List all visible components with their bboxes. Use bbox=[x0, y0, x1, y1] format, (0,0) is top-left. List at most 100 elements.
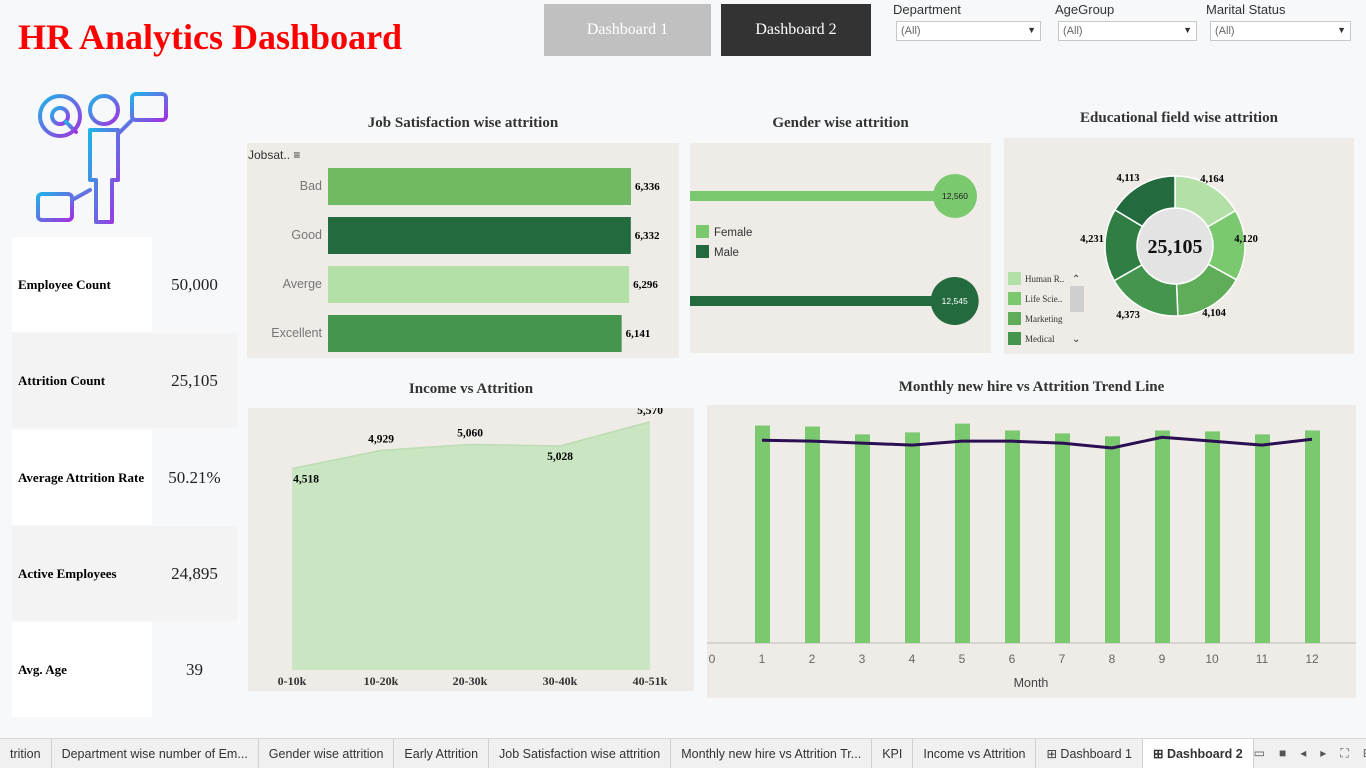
jobsat-category-label: Good bbox=[291, 228, 322, 242]
marital-filter[interactable]: (All) ▼ bbox=[1210, 21, 1351, 41]
monthly-x-tick: 2 bbox=[809, 652, 816, 666]
agegroup-filter-label: AgeGroup bbox=[1055, 2, 1115, 17]
gender-chart-title: Gender wise attrition bbox=[772, 115, 909, 131]
education-chart-panel: 4,164 4,120 4,104 4,373 4,231 4,113 25,105 Huma… bbox=[1004, 138, 1354, 354]
fullscreen-icon[interactable]: ⛶ bbox=[1340, 746, 1348, 761]
department-filter-value: (All) bbox=[901, 25, 921, 37]
tab-dashboard-2[interactable]: ⊞ Dashboard 2 bbox=[1143, 739, 1254, 768]
gender-legend-swatch bbox=[696, 245, 709, 258]
education-slice-label: 4,164 bbox=[1200, 174, 1224, 185]
jobsat-data-label: 6,141 bbox=[626, 328, 651, 340]
gender-chart-panel: 12,560 12,545 Female Male bbox=[690, 143, 991, 353]
education-legend-label: Medical bbox=[1025, 334, 1055, 344]
jobsat-category-label: Bad bbox=[300, 179, 322, 193]
monthly-bar bbox=[1305, 430, 1320, 643]
education-chart-title: Educational field wise attrition bbox=[1080, 110, 1278, 126]
tab-monthly-hire[interactable]: Monthly new hire vs Attrition Tr... bbox=[671, 739, 873, 768]
gender-legend-swatch bbox=[696, 225, 709, 238]
attrition-rate-label: Average Attrition Rate bbox=[12, 430, 152, 525]
monthly-bar bbox=[1205, 431, 1220, 643]
monthly-bar bbox=[955, 423, 970, 643]
dashboard-grid-icon: ⊞ bbox=[1153, 747, 1167, 761]
jobsat-category-label: Excellent bbox=[271, 326, 322, 340]
jobsat-chart-title: Job Satisfaction wise attrition bbox=[367, 115, 559, 131]
education-legend-swatch bbox=[1008, 332, 1021, 345]
tab-dashboard-2-label: Dashboard 2 bbox=[1166, 746, 1243, 761]
gender-data-label: 12,560 bbox=[942, 191, 968, 201]
monthly-bar bbox=[855, 434, 870, 643]
tile-view-icon[interactable]: ■ bbox=[1279, 746, 1286, 761]
department-filter-label: Department bbox=[893, 2, 961, 17]
dashboard-1-button[interactable]: Dashboard 1 bbox=[544, 4, 711, 56]
income-x-tick: 40-51k bbox=[633, 674, 668, 688]
monthly-x-tick: 12 bbox=[1305, 652, 1319, 666]
agegroup-filter-value: (All) bbox=[1063, 25, 1083, 37]
monthly-x-tick: 3 bbox=[859, 652, 866, 666]
education-center-label: 25,105 bbox=[1148, 236, 1203, 258]
monthly-bar bbox=[1255, 434, 1270, 643]
legend-scroll-up-icon: ⌃ bbox=[1072, 274, 1080, 285]
attrition-count-value: 25,105 bbox=[152, 333, 237, 428]
income-x-tick: 10-20k bbox=[364, 674, 399, 688]
prev-sheet-icon[interactable]: ◂ bbox=[1300, 746, 1306, 761]
gender-bar bbox=[690, 191, 955, 201]
education-slice-label: 4,104 bbox=[1202, 308, 1226, 319]
attrition-rate-value: 50.21% bbox=[152, 430, 237, 525]
attrition-trend-line bbox=[761, 435, 1313, 450]
jobsat-chart: Bad 6,336 Good 6,332 Averge 6,296 Excellent 6,1… bbox=[271, 168, 660, 352]
monthly-x-axis-label: Month bbox=[1014, 676, 1049, 690]
tab-gender[interactable]: Gender wise attrition bbox=[259, 739, 395, 768]
monthly-bar bbox=[1105, 436, 1120, 643]
filmstrip-view-icon[interactable]: ▭ bbox=[1254, 746, 1265, 761]
education-legend-swatch bbox=[1008, 312, 1021, 325]
tab-job-satisfaction[interactable]: Job Satisfaction wise attrition bbox=[489, 739, 672, 768]
education-slice-label: 4,113 bbox=[1116, 173, 1139, 184]
monthly-x-tick: 10 bbox=[1205, 652, 1219, 666]
department-filter[interactable]: (All) ▼ bbox=[896, 21, 1041, 41]
monthly-bar bbox=[1055, 433, 1070, 643]
income-chart-title: Income vs Attrition bbox=[408, 381, 534, 397]
monthly-chart: 012345678910111213Month bbox=[707, 423, 1356, 690]
education-legend-label: Life Scie.. bbox=[1025, 294, 1062, 304]
education-legend-swatch bbox=[1008, 272, 1021, 285]
dashboard-2-button[interactable]: Dashboard 2 bbox=[721, 4, 871, 56]
tab-attrition[interactable]: trition bbox=[0, 739, 52, 768]
marital-filter-label: Marital Status bbox=[1206, 2, 1286, 17]
monthly-bar bbox=[755, 425, 770, 643]
tab-early-attrition[interactable]: Early Attrition bbox=[394, 739, 490, 768]
jobsat-data-label: 6,296 bbox=[633, 279, 658, 291]
jobsat-data-label: 6,336 bbox=[635, 181, 660, 193]
tab-dashboard-1[interactable]: ⊞ Dashboard 1 bbox=[1036, 739, 1143, 768]
education-slice-label: 4,231 bbox=[1080, 234, 1104, 245]
jobsat-category-label: Averge bbox=[283, 277, 322, 291]
income-chart: 4,518 0-10k 4,929 10-20k 5,060 20-30k 5,028 30-… bbox=[278, 408, 668, 688]
avg-age-value: 39 bbox=[152, 622, 237, 717]
education-slice-label: 4,373 bbox=[1116, 310, 1140, 321]
monthly-x-tick: 7 bbox=[1059, 652, 1066, 666]
tab-department[interactable]: Department wise number of Em... bbox=[52, 739, 259, 768]
sheet-tab-bar: trition Department wise number of Em... … bbox=[0, 738, 1366, 768]
monthly-bar bbox=[1155, 430, 1170, 643]
tab-income[interactable]: Income vs Attrition bbox=[913, 739, 1037, 768]
education-legend-swatch bbox=[1008, 292, 1021, 305]
monthly-x-tick: 5 bbox=[959, 652, 966, 666]
chevron-down-icon: ▼ bbox=[1027, 25, 1036, 35]
monthly-x-tick: 1 bbox=[759, 652, 766, 666]
income-x-tick: 30-40k bbox=[543, 674, 578, 688]
education-chart: 4,164 4,120 4,104 4,373 4,231 4,113 25,105 Huma… bbox=[1008, 173, 1258, 345]
jobsat-bar bbox=[328, 315, 622, 352]
employee-count-value: 50,000 bbox=[152, 237, 237, 332]
education-legend-label: Human R.. bbox=[1025, 274, 1064, 284]
jobsat-bar bbox=[328, 266, 630, 303]
next-sheet-icon[interactable]: ▸ bbox=[1320, 746, 1326, 761]
chevron-down-icon: ▼ bbox=[1183, 25, 1192, 35]
tab-kpi[interactable]: KPI bbox=[872, 739, 914, 768]
monthly-x-tick: 6 bbox=[1009, 652, 1016, 666]
income-chart-panel: 4,518 0-10k 4,929 10-20k 5,060 20-30k 5,028 30-… bbox=[248, 408, 694, 691]
gender-bar bbox=[690, 296, 955, 306]
legend-scroll-down-icon: ⌄ bbox=[1072, 334, 1080, 345]
avg-age-label: Avg. Age bbox=[12, 622, 152, 717]
income-data-label: 5,060 bbox=[457, 428, 483, 440]
monthly-x-tick: 8 bbox=[1109, 652, 1116, 666]
agegroup-filter[interactable]: (All) ▼ bbox=[1058, 21, 1197, 41]
